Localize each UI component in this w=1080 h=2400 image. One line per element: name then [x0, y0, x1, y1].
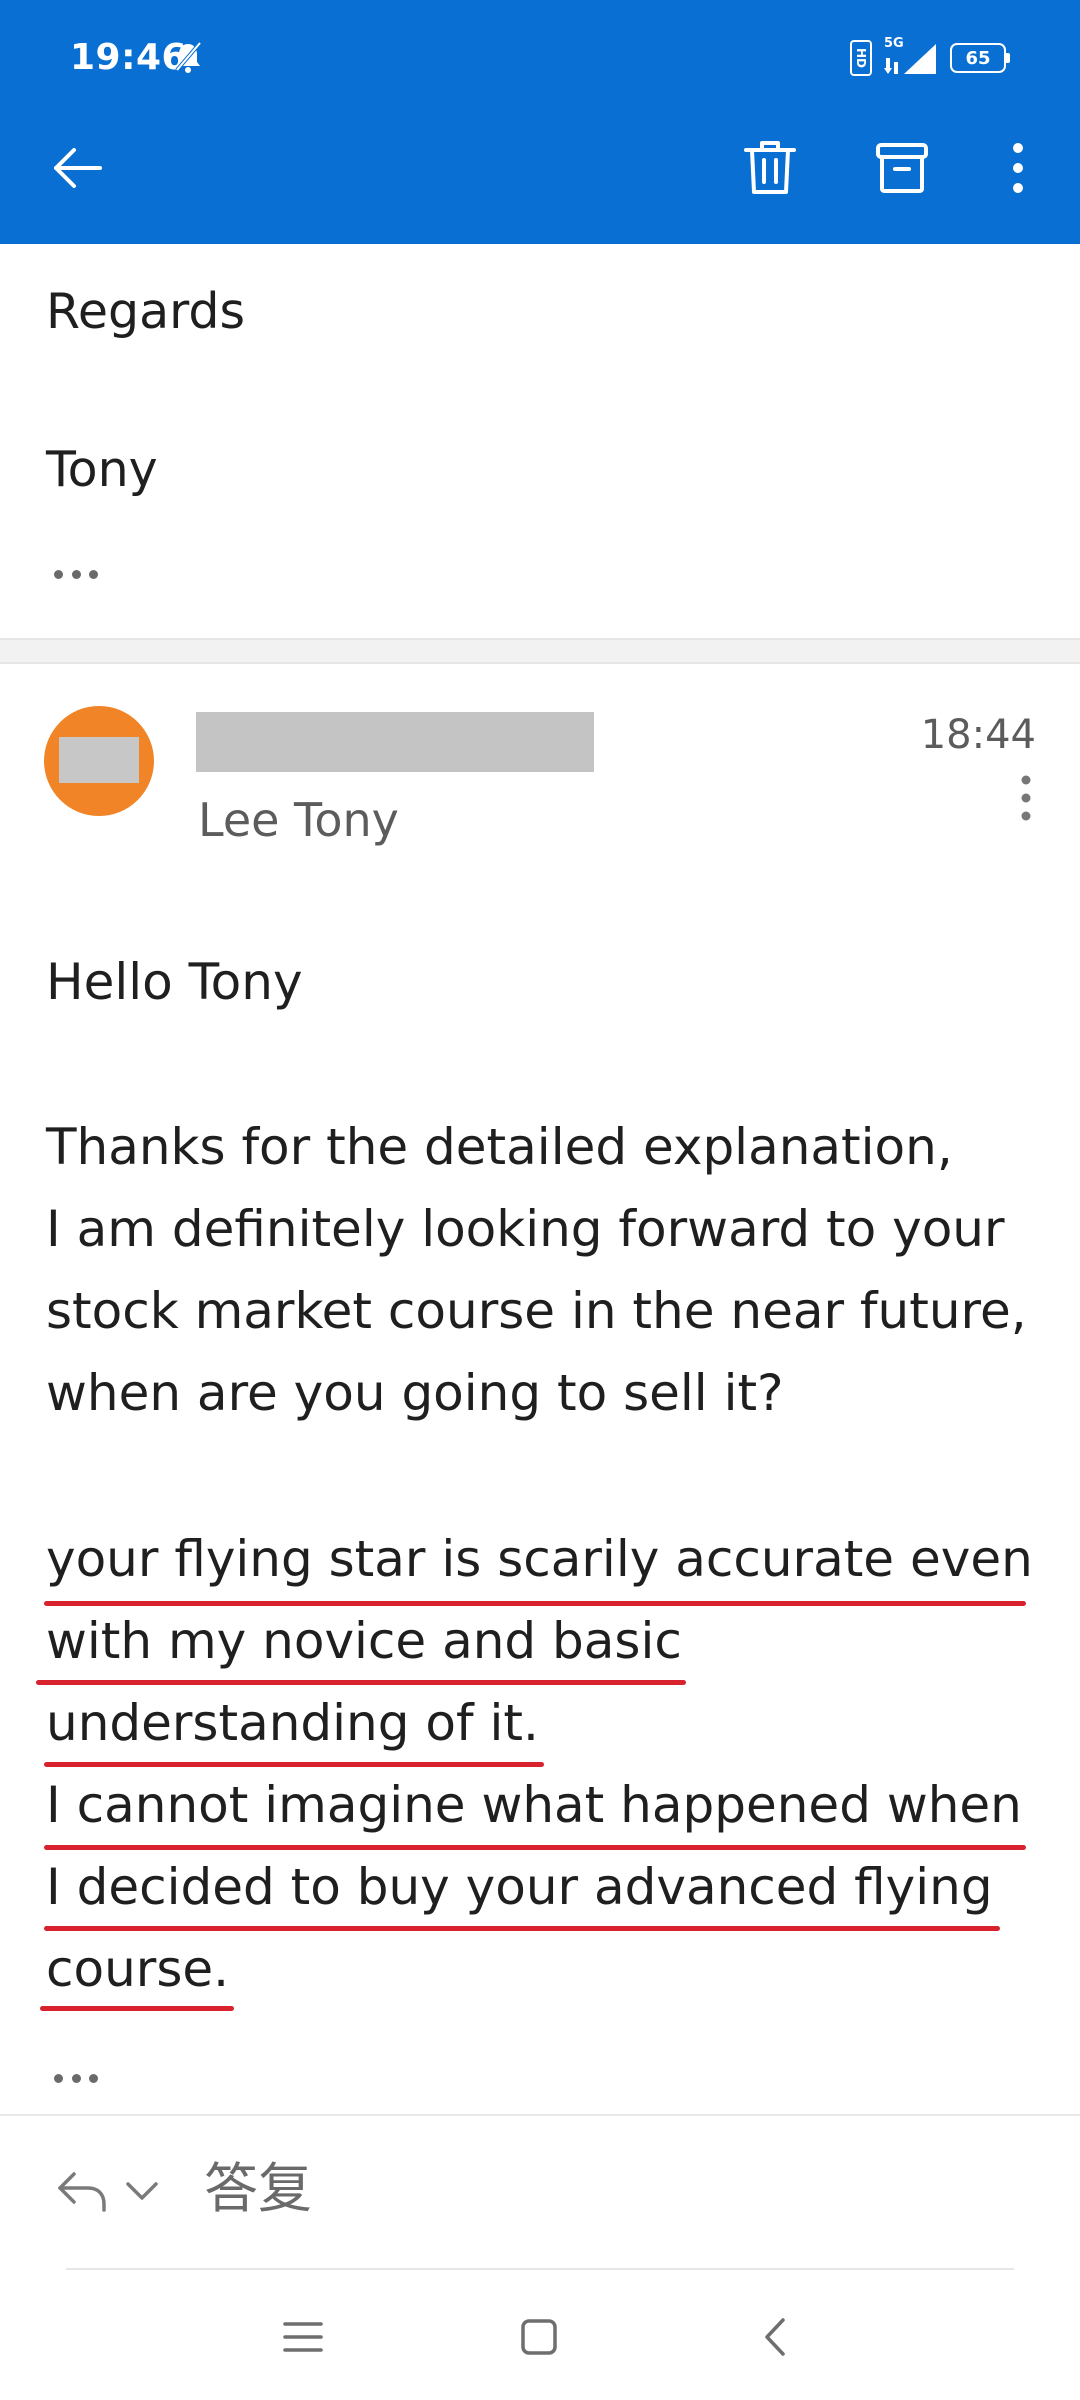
battery-icon: 65 — [950, 43, 1010, 73]
ellipsis-dot — [89, 569, 98, 579]
message-line: I am definitely looking forward to your — [46, 1200, 1005, 1258]
bell-muted-icon — [175, 41, 202, 73]
more-options-button[interactable] — [978, 128, 1058, 208]
status-indicators: HD 5G 65 — [850, 36, 1010, 78]
message-line: course. — [46, 1940, 230, 1998]
archive-button[interactable] — [862, 128, 942, 208]
back-arrow-icon — [54, 148, 102, 188]
delete-button[interactable] — [730, 128, 810, 208]
message-line: Thanks for the detailed explanation, — [46, 1118, 953, 1176]
divider — [66, 2268, 1014, 2270]
message-line: with my novice and basic — [46, 1612, 682, 1670]
red-underline-mark — [44, 1601, 1026, 1606]
back-button[interactable] — [36, 128, 116, 208]
reply-icon[interactable] — [54, 2166, 110, 2216]
red-underline-mark — [44, 1845, 1026, 1850]
red-underline-mark — [36, 1680, 686, 1685]
message-line: when are you going to sell it? — [46, 1364, 784, 1422]
ellipsis-dot — [54, 2073, 63, 2083]
message-line: I cannot imagine what happened when — [46, 1776, 1022, 1834]
reply-bar[interactable]: 答复 — [0, 2114, 1080, 2272]
previous-message-line: Regards — [46, 283, 246, 340]
previous-message-line: Tony — [46, 441, 158, 498]
message-greeting: Hello Tony — [46, 953, 303, 1011]
ellipsis-dot — [54, 569, 63, 579]
avatar[interactable] — [44, 706, 154, 816]
chevron-left-icon — [765, 2318, 785, 2356]
redacted-sender-address — [196, 712, 594, 772]
status-time: 19:46 — [70, 37, 188, 78]
signal-icon: 5G — [884, 36, 938, 76]
more-vertical-icon — [1021, 775, 1031, 821]
show-quoted-text-button[interactable] — [54, 568, 98, 580]
app-bar: 19:46 HD 5G 65 — [0, 0, 1080, 244]
message-divider — [0, 638, 1080, 664]
red-underline-mark — [44, 1926, 1000, 1931]
more-vertical-icon — [1013, 143, 1023, 193]
ellipsis-dot — [71, 569, 81, 579]
ellipsis-dot — [71, 2073, 81, 2083]
home-square-icon — [521, 2319, 557, 2355]
hd-voice-icon: HD — [850, 40, 872, 76]
message-time: 18:44 — [920, 712, 1036, 758]
recent-apps-button[interactable] — [268, 2302, 338, 2372]
red-underline-mark — [40, 2006, 234, 2011]
message-more-button[interactable] — [1006, 768, 1046, 828]
archive-icon — [876, 143, 928, 193]
show-quoted-text-button[interactable] — [54, 2072, 98, 2084]
ellipsis-dot — [89, 2073, 98, 2083]
red-underline-mark — [44, 1762, 544, 1767]
sender-name[interactable]: Lee Tony — [198, 792, 399, 848]
system-nav-bar — [0, 2272, 1080, 2400]
menu-icon — [283, 2322, 323, 2352]
trash-icon — [744, 141, 796, 194]
redacted-avatar-initials — [59, 737, 139, 783]
system-back-button[interactable] — [740, 2302, 810, 2372]
message-line: I decided to buy your advanced flying — [46, 1858, 993, 1916]
previous-message[interactable]: Regards Tony — [0, 244, 1080, 640]
home-button[interactable] — [504, 2302, 574, 2372]
message-line: understanding of it. — [46, 1694, 539, 1752]
chevron-down-icon[interactable] — [124, 2178, 160, 2204]
reply-input[interactable]: 答复 — [204, 2156, 312, 2222]
message-line: your flying star is scarily accurate eve… — [46, 1530, 1033, 1588]
message-line: stock market course in the near future, — [46, 1282, 1027, 1340]
message-paragraph: Thanks for the detailed explanation, I a… — [46, 1106, 1027, 1434]
